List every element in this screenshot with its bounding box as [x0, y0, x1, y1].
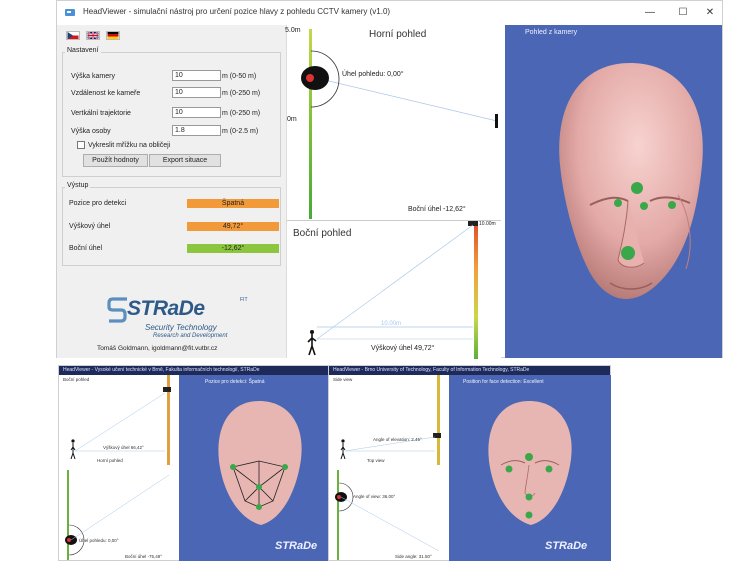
detection-position-label: Pozice pro detekci	[69, 200, 127, 207]
side-axis-top-label: 10.00m	[479, 221, 496, 227]
person-height-label: Výška osoby	[71, 128, 111, 135]
camera-view-panel: Pohled z kamery	[505, 25, 722, 358]
face-grid-label: Vykreslit mřížku na obličeji	[88, 142, 171, 149]
screenshot-czech-titlebar: HeadViewer - Vysoké učení technické v Br…	[59, 366, 340, 375]
english-camera-view: Position for face detection: Excellent S…	[449, 375, 611, 561]
side-view-canvas	[307, 221, 478, 359]
czech-head-model	[218, 401, 302, 525]
vertical-angle-label: Výškový úhel	[69, 223, 111, 230]
vertical-angle-value: 49,72°	[187, 222, 279, 231]
person-height-unit: m (0-2.5 m)	[222, 128, 259, 135]
english-side-title: Side view	[333, 377, 353, 382]
side-angle-value: -12,62°	[187, 244, 279, 253]
top-view-panel: 5.0m 0m Horní pohled Úhel pohledu: 0,00°…	[285, 25, 501, 220]
strade-logo-mark-icon	[107, 297, 127, 323]
screenshot-english: HeadViewer - Brno University of Technolo…	[328, 365, 611, 561]
head-model	[559, 63, 703, 299]
english-head-model	[488, 401, 572, 525]
camera-height-input[interactable]: 10	[172, 70, 221, 81]
english-top-title: Top view	[367, 458, 385, 463]
export-button[interactable]: Export situace	[149, 154, 221, 167]
strade-logo: STRaDe FIT Security Technology Research …	[97, 297, 257, 357]
english-view-angle: Angle of view: 36.00°	[353, 494, 396, 499]
english-vertical-angle: Angle of elevation: 2.45°	[373, 437, 422, 442]
settings-group-title: Nastavení	[65, 47, 101, 54]
top-view-title: Horní pohled	[369, 29, 427, 40]
maximize-button[interactable]: ☐	[672, 4, 694, 21]
logo-superscript: FIT	[240, 297, 248, 303]
face-grid-checkbox[interactable]	[77, 141, 85, 149]
title-bar: HeadViewer - simulační nástroj pro určen…	[57, 1, 722, 25]
logo-line2: Research and Development	[153, 333, 228, 339]
output-group-title: Výstup	[65, 182, 91, 189]
screenshot-czech: HeadViewer - Vysoké učení technické v Br…	[58, 365, 341, 561]
flag-cs-icon[interactable]	[66, 31, 80, 40]
camera-height-unit: m (0-50 m)	[222, 73, 257, 80]
top-axis-zero-label: 0m	[287, 116, 297, 123]
czech-vertical-angle: Výškový úhel 66,42°	[103, 445, 144, 450]
czech-status: Pozice pro detekci: Špatná	[205, 379, 265, 385]
flag-de-icon[interactable]	[106, 31, 120, 40]
vertical-trajectory-label: Vertkální trajektorie	[71, 110, 131, 117]
view-angle-label: Úhel pohledu: 0,00°	[342, 71, 404, 78]
camera-height-label: Výška kamery	[71, 73, 115, 80]
screenshot-english-titlebar: HeadViewer - Brno University of Technolo…	[329, 366, 610, 375]
distance-label: 10.00m	[381, 321, 402, 327]
czech-side-angle: Boční úhel -75,49°	[125, 554, 163, 559]
czech-diagram-canvas	[65, 375, 171, 560]
czech-top-title: Horní pohled	[97, 458, 123, 463]
english-diagram-canvas	[335, 375, 441, 560]
vertical-angle-readout: Výškový úhel 49,72°	[371, 345, 435, 352]
detection-position-value: Špatná	[187, 199, 279, 208]
vertical-trajectory-input[interactable]: 10	[172, 107, 221, 118]
control-panel: Nastavení Výška kamery 10 m (0-50 m) Vzd…	[57, 25, 286, 358]
main-window: HeadViewer - simulační nástroj pro určen…	[56, 0, 723, 359]
czech-camera-view: Pozice pro detekci: Špatná STRaDe	[179, 375, 341, 561]
camera-distance-label: Vzdálenost ke kameře	[71, 90, 141, 97]
czech-side-title: Boční pohled	[63, 377, 90, 382]
window-title: HeadViewer - simulační nástroj pro určen…	[83, 7, 391, 16]
english-side-angle: Side angle: 31.50°	[395, 554, 432, 559]
flag-en-icon[interactable]	[86, 31, 100, 40]
author-credit: Tomáš Goldmann, igoldmann@fit.vutbr.cz	[97, 345, 218, 352]
english-logo: STRaDe	[545, 540, 588, 552]
english-status: Position for face detection: Excellent	[463, 379, 544, 385]
camera-view-title: Pohled z kamery	[525, 29, 578, 36]
close-button[interactable]: ✕	[699, 4, 721, 21]
camera-distance-input[interactable]: 10	[172, 87, 221, 98]
top-view-canvas	[301, 29, 498, 219]
app-icon	[65, 9, 75, 16]
apply-values-button[interactable]: Použít hodnoty	[83, 154, 148, 167]
top-side-angle-label: Boční úhel -12,62°	[408, 206, 466, 213]
logo-line1: Security Technology	[145, 323, 217, 332]
minimize-button[interactable]: —	[639, 4, 661, 21]
vertical-trajectory-unit: m (0-250 m)	[222, 110, 261, 117]
side-view-panel: Boční pohled 10.00m 10.00m Výškový úhel …	[286, 220, 501, 359]
person-height-input[interactable]: 1.8	[172, 125, 221, 136]
side-angle-label: Boční úhel	[69, 245, 103, 252]
camera-distance-unit: m (0-250 m)	[222, 90, 261, 97]
side-view-title: Boční pohled	[293, 228, 352, 239]
czech-view-angle: Úhel pohledu: 0,00°	[79, 538, 119, 543]
top-axis-top-label: 5.0m	[285, 27, 301, 34]
czech-logo: STRaDe	[275, 540, 318, 552]
logo-name: STRaDe	[127, 297, 205, 320]
